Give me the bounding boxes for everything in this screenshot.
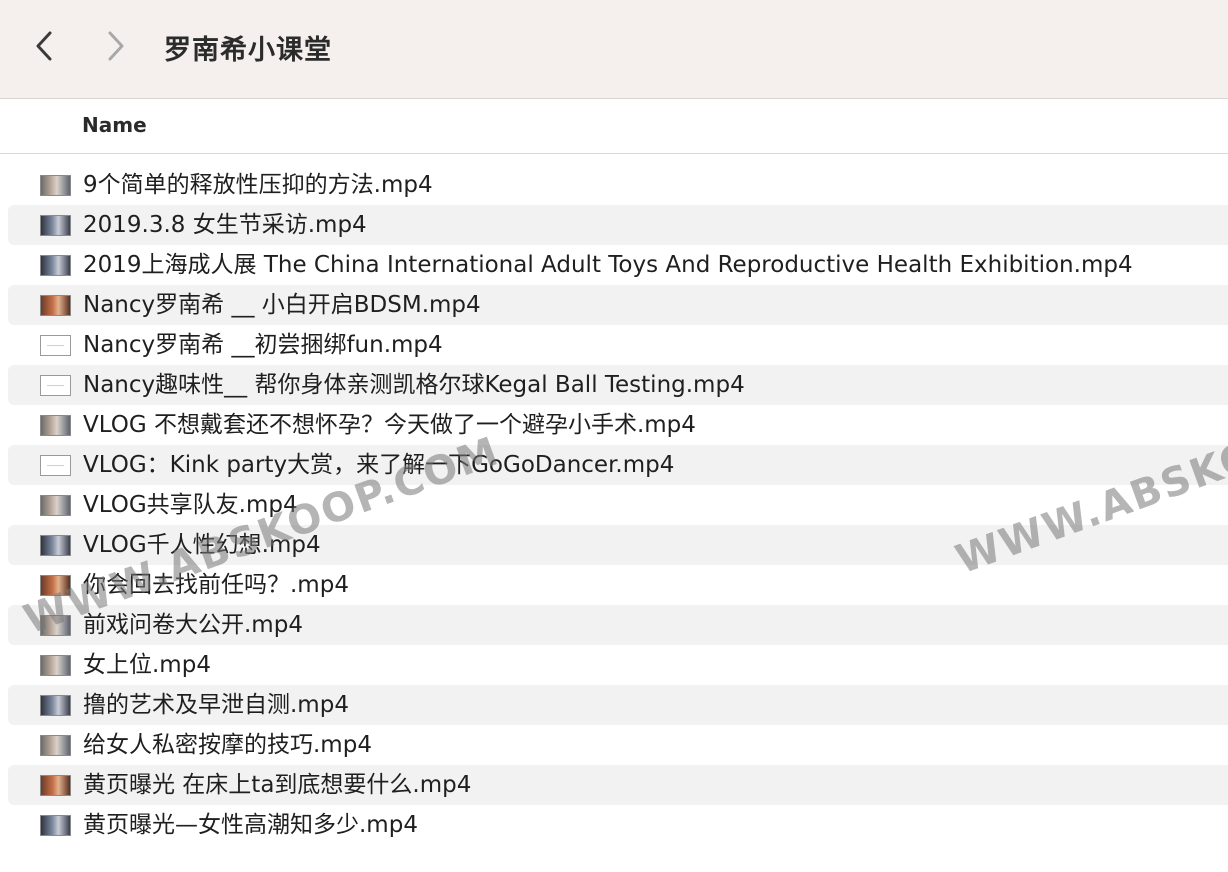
file-name: 女上位.mp4: [83, 652, 211, 678]
column-header-name[interactable]: Name: [82, 113, 147, 137]
file-name: Nancy罗南希 __ 小白开启BDSM.mp4: [83, 292, 481, 318]
forward-button[interactable]: [98, 26, 134, 66]
video-thumbnail-icon: [40, 255, 71, 276]
file-row[interactable]: Nancy罗南希 __ 小白开启BDSM.mp4: [8, 285, 1228, 325]
file-name: VLOG千人性幻想.mp4: [83, 532, 321, 558]
file-name: 黄页曝光—女性高潮知多少.mp4: [83, 812, 418, 838]
video-thumbnail-icon: [40, 735, 71, 756]
file-name: VLOG：Kink party大赏，来了解一下GoGoDancer.mp4: [83, 452, 675, 478]
file-row[interactable]: 撸的艺术及早泄自测.mp4: [8, 685, 1228, 725]
video-thumbnail-icon: [40, 695, 71, 716]
file-name: 黄页曝光 在床上ta到底想要什么.mp4: [83, 772, 472, 798]
file-row[interactable]: 你会回去找前任吗？.mp4: [8, 565, 1228, 605]
video-thumbnail-icon: [40, 495, 71, 516]
file-row[interactable]: 女上位.mp4: [8, 645, 1228, 685]
file-row[interactable]: VLOG：Kink party大赏，来了解一下GoGoDancer.mp4: [8, 445, 1228, 485]
video-thumbnail-icon: [40, 655, 71, 676]
file-list: 9个简单的释放性压抑的方法.mp4 2019.3.8 女生节采访.mp4 2019上…: [8, 165, 1228, 845]
video-thumbnail-icon: [40, 815, 71, 836]
video-thumbnail-icon: [40, 575, 71, 596]
window-title: 罗南希小课堂: [164, 35, 332, 66]
file-row[interactable]: Nancy罗南希 __初尝捆绑fun.mp4: [8, 325, 1228, 365]
file-name: 你会回去找前任吗？.mp4: [83, 572, 349, 598]
video-thumbnail-icon: [40, 535, 71, 556]
file-row[interactable]: 给女人私密按摩的技巧.mp4: [8, 725, 1228, 765]
file-name: 2019上海成人展 The China International Adult …: [83, 252, 1133, 278]
back-button[interactable]: [26, 26, 62, 66]
column-header-bar: Name: [0, 99, 1228, 154]
file-name: 撸的艺术及早泄自测.mp4: [83, 692, 349, 718]
file-name: Nancy罗南希 __初尝捆绑fun.mp4: [83, 332, 443, 358]
file-row[interactable]: VLOG 不想戴套还不想怀孕？今天做了一个避孕小手术.mp4: [8, 405, 1228, 445]
chevron-left-icon: [36, 31, 52, 61]
video-thumbnail-icon: [40, 215, 71, 236]
file-name: VLOG 不想戴套还不想怀孕？今天做了一个避孕小手术.mp4: [83, 412, 696, 438]
video-thumbnail-icon: [40, 775, 71, 796]
video-thumbnail-icon: [40, 455, 71, 476]
video-thumbnail-icon: [40, 615, 71, 636]
file-row[interactable]: 前戏问卷大公开.mp4: [8, 605, 1228, 645]
file-row[interactable]: 9个简单的释放性压抑的方法.mp4: [8, 165, 1228, 205]
file-name: 给女人私密按摩的技巧.mp4: [83, 732, 372, 758]
file-name: Nancy趣味性__ 帮你身体亲测凯格尔球Kegal Ball Testing.…: [83, 372, 745, 398]
chevron-right-icon: [108, 31, 124, 61]
file-row[interactable]: Nancy趣味性__ 帮你身体亲测凯格尔球Kegal Ball Testing.…: [8, 365, 1228, 405]
video-thumbnail-icon: [40, 375, 71, 396]
video-thumbnail-icon: [40, 295, 71, 316]
file-row[interactable]: 黄页曝光—女性高潮知多少.mp4: [8, 805, 1228, 845]
file-name: 2019.3.8 女生节采访.mp4: [83, 212, 367, 238]
video-thumbnail-icon: [40, 415, 71, 436]
file-name: 9个简单的释放性压抑的方法.mp4: [83, 172, 433, 198]
file-row[interactable]: 2019.3.8 女生节采访.mp4: [8, 205, 1228, 245]
file-row[interactable]: 2019上海成人展 The China International Adult …: [8, 245, 1228, 285]
file-row[interactable]: VLOG共享队友.mp4: [8, 485, 1228, 525]
video-thumbnail-icon: [40, 335, 71, 356]
file-name: 前戏问卷大公开.mp4: [83, 612, 303, 638]
video-thumbnail-icon: [40, 175, 71, 196]
file-row[interactable]: VLOG千人性幻想.mp4: [8, 525, 1228, 565]
file-row[interactable]: 黄页曝光 在床上ta到底想要什么.mp4: [8, 765, 1228, 805]
titlebar: 罗南希小课堂: [0, 0, 1228, 99]
file-name: VLOG共享队友.mp4: [83, 492, 298, 518]
